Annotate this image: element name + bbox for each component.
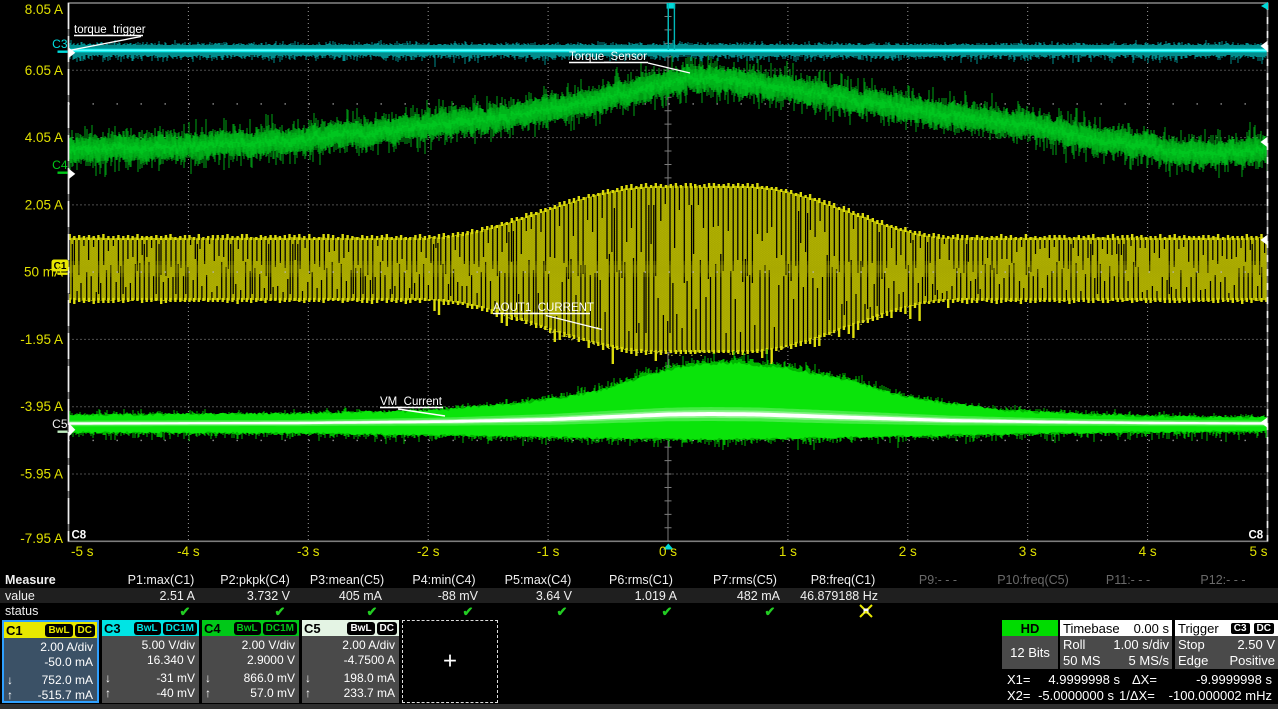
svg-text:4 s: 4 s	[1139, 544, 1157, 559]
svg-text:C8: C8	[72, 530, 87, 542]
svg-text:-5 s: -5 s	[71, 544, 94, 559]
svg-text:6.05 A: 6.05 A	[25, 63, 63, 78]
svg-text:-5.95 A: -5.95 A	[20, 467, 63, 482]
svg-text:2.05 A: 2.05 A	[25, 197, 63, 212]
svg-text:-7.95 A: -7.95 A	[20, 531, 63, 546]
svg-text:-4 s: -4 s	[177, 544, 200, 559]
svg-text:1 s: 1 s	[779, 544, 797, 559]
svg-text:-1.95 A: -1.95 A	[20, 332, 63, 347]
svg-text:-1 s: -1 s	[537, 544, 560, 559]
svg-text:torque_trigger: torque_trigger	[74, 24, 146, 36]
svg-text:0 s: 0 s	[659, 544, 677, 559]
svg-text:3 s: 3 s	[1019, 544, 1037, 559]
svg-text:C8: C8	[1249, 530, 1264, 542]
svg-text:Torque_Sensor: Torque_Sensor	[569, 51, 647, 63]
svg-text:C3: C3	[52, 37, 68, 51]
svg-text:50 mA: 50 mA	[24, 265, 63, 280]
svg-text:8.05 A: 8.05 A	[25, 2, 63, 17]
svg-text:5 s: 5 s	[1249, 544, 1267, 559]
svg-text:-2 s: -2 s	[417, 544, 440, 559]
svg-text:C4: C4	[52, 158, 68, 172]
svg-text:4.05 A: 4.05 A	[25, 130, 63, 145]
svg-text:AOUT1_CURRENT: AOUT1_CURRENT	[493, 302, 594, 314]
svg-text:C5: C5	[52, 417, 68, 431]
svg-text:VM_Current: VM_Current	[380, 396, 443, 408]
svg-text:2 s: 2 s	[899, 544, 917, 559]
svg-text:-3.95 A: -3.95 A	[20, 399, 63, 414]
svg-text:-3 s: -3 s	[297, 544, 320, 559]
